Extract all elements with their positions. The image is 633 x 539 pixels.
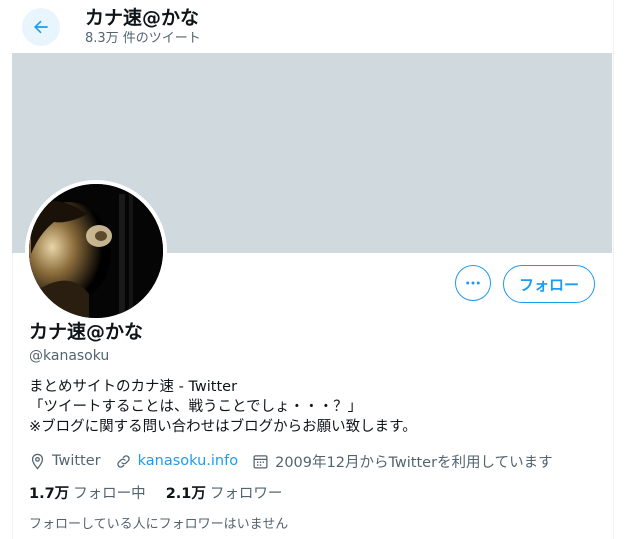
followers-label: フォロワー <box>209 486 283 502</box>
profile-bio: まとめサイトのカナ速 - Twitter 「ツイートすることは、戦うことでしょ・… <box>29 377 417 437</box>
header-title: カナ速@かな <box>85 7 200 29</box>
website[interactable]: kanasoku.info <box>115 453 238 470</box>
join-date-text: 2009年12月からTwitterを利用しています <box>275 454 553 471</box>
mutual-followers-note: フォローしている人にフォロワーはいません <box>29 517 289 532</box>
more-icon <box>466 281 480 285</box>
tweet-count: 8.3万 件のツイート <box>85 31 201 46</box>
back-arrow-icon <box>34 20 48 34</box>
website-link[interactable]: kanasoku.info <box>138 453 238 469</box>
follow-button[interactable]: フォロー <box>503 265 595 303</box>
calendar-icon <box>253 454 268 469</box>
profile-handle: @kanasoku <box>29 348 110 364</box>
avatar[interactable] <box>25 180 167 322</box>
profile-meta: Twitter kanasoku.info 2009年12月からTwitterを… <box>29 450 567 472</box>
bio-line: ※ブログに関する問い合わせはブログからお願い致します。 <box>29 419 417 435</box>
bio-line: 「ツイートすることは、戦うことでしょ・・・？」 <box>29 399 363 415</box>
join-date: 2009年12月からTwitterを利用しています <box>252 451 553 472</box>
following-label: フォロー中 <box>73 486 146 502</box>
location: Twitter <box>29 453 101 470</box>
following-count: 1.7万 <box>29 486 70 502</box>
profile-name: カナ速@かな <box>29 321 144 343</box>
back-button[interactable] <box>22 8 60 46</box>
following-stat[interactable]: 1.7万 フォロー中 <box>29 484 146 504</box>
bio-line: まとめサイトのカナ速 - Twitter <box>29 379 238 395</box>
followers-count: 2.1万 <box>165 486 206 502</box>
profile-header: カナ速@かな 8.3万 件のツイート <box>12 0 612 53</box>
followers-stat[interactable]: 2.1万 フォロワー <box>166 484 283 504</box>
follow-stats: 1.7万 フォロー中 2.1万 フォロワー <box>29 484 302 504</box>
more-button[interactable] <box>455 265 491 301</box>
link-icon <box>116 454 130 468</box>
location-icon <box>31 453 44 470</box>
location-text: Twitter <box>52 453 101 469</box>
